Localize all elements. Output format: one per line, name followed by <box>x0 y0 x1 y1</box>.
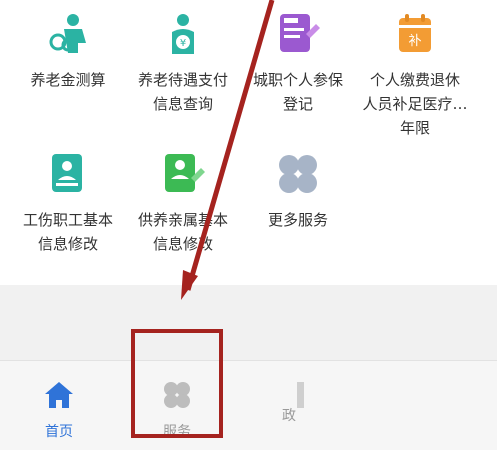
service-label-line2: 登记 <box>282 95 313 113</box>
service-retiree-medical-supplement[interactable]: 补 个人缴费退休 人员补足医疗… 年限 <box>357 12 473 140</box>
service-label-line1: 养老待遇支付 <box>137 71 228 89</box>
service-work-injury-edit[interactable]: 工伤职工基本 信息修改 <box>10 152 126 256</box>
more-services-grid-icon <box>279 155 317 193</box>
service-dependent-info-edit[interactable]: 供养亲属基本 信息修改 <box>125 152 241 256</box>
service-label-line2: 信息修改 <box>37 235 98 253</box>
service-grid: 养老金测算 ¥ 养老待遇支付 信息查询 城职个人参保 登记 补 个人缴费退休 人… <box>0 0 497 285</box>
home-icon <box>45 382 73 408</box>
content-background <box>0 285 497 360</box>
bottom-tab-bar: 首页 服务 <box>0 360 497 450</box>
service-label: 养老金测算 <box>30 71 106 89</box>
dependent-info-edit-icon <box>165 154 205 192</box>
service-label-line2: 人员补足医疗… <box>362 95 468 113</box>
service-insurance-register[interactable]: 城职个人参保 登记 <box>240 12 356 116</box>
service-label: 更多服务 <box>267 211 328 229</box>
service-label-line1: 个人缴费退休 <box>369 71 460 89</box>
service-label-line1: 供养亲属基本 <box>137 211 228 229</box>
service-label-line2: 信息修改 <box>152 235 213 253</box>
tab-policy-icon-partial <box>297 382 304 408</box>
service-pension-calc[interactable]: 养老金测算 <box>10 12 126 92</box>
calendar-badge-text: 补 <box>408 34 421 49</box>
svg-text:¥: ¥ <box>180 38 186 49</box>
calendar-supplement-icon: 补 <box>399 14 431 52</box>
work-injury-edit-icon <box>52 154 82 192</box>
tab-home[interactable]: 首页 <box>19 379 99 441</box>
service-pension-payment-query[interactable]: ¥ 养老待遇支付 信息查询 <box>125 12 241 116</box>
insurance-register-form-icon <box>280 14 320 52</box>
tab-policy-label-partial: 政 <box>282 408 296 424</box>
pension-payment-query-icon: ¥ <box>172 14 194 54</box>
service-label-line1: 工伤职工基本 <box>22 211 113 229</box>
annotation-highlight-box <box>131 329 223 438</box>
service-label-line2: 信息查询 <box>152 95 213 113</box>
service-label-line1: 城职个人参保 <box>252 71 343 89</box>
pension-calc-person-icon <box>49 14 86 53</box>
service-more[interactable]: 更多服务 <box>240 152 356 232</box>
tab-home-label: 首页 <box>45 424 73 440</box>
service-label-line3: 年限 <box>399 119 430 137</box>
